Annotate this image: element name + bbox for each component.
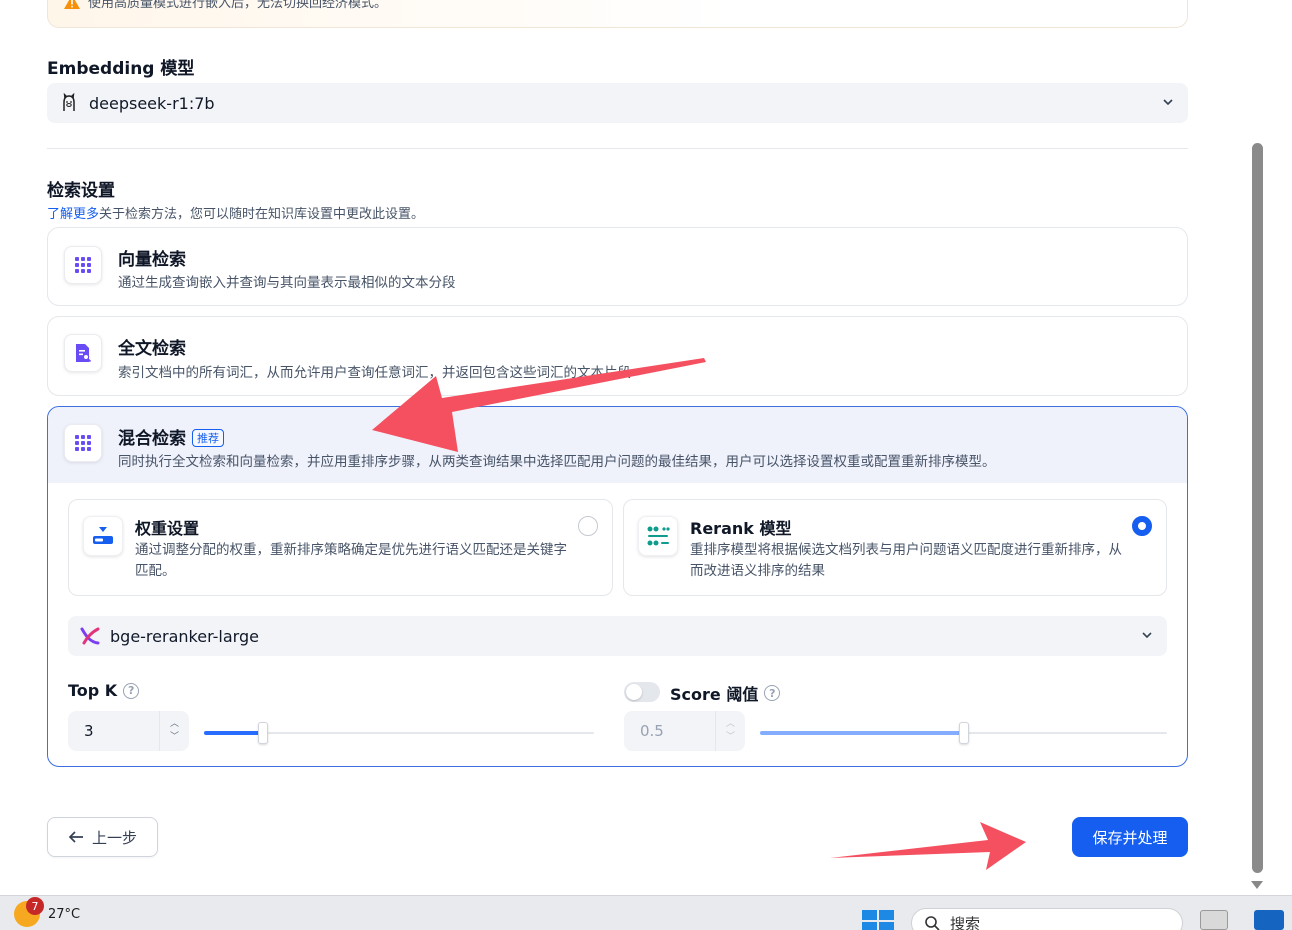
warning-text: 使用高质量模式进行嵌入后，无法切换回经济模式。 bbox=[88, 0, 388, 11]
scrollbar-thumb[interactable] bbox=[1252, 143, 1263, 873]
retrieval-help-suffix: 关于检索方法，您可以随时在知识库设置中更改此设置。 bbox=[99, 207, 425, 222]
weight-settings-radio[interactable] bbox=[578, 516, 598, 536]
rerank-model-select[interactable]: bge-reranker-large bbox=[68, 616, 1167, 656]
top-k-input[interactable]: 3 ︿ ﹀ bbox=[68, 711, 189, 751]
previous-step-button[interactable]: 上一步 bbox=[47, 817, 158, 857]
section-divider bbox=[47, 148, 1188, 149]
warning-icon bbox=[64, 0, 80, 9]
chevron-down-icon bbox=[1163, 99, 1173, 106]
windows-start-icon[interactable] bbox=[862, 910, 894, 930]
vector-search-title: 向量检索 bbox=[118, 250, 186, 270]
vector-search-icon bbox=[64, 246, 102, 284]
chevron-down-icon[interactable]: ﹀ bbox=[726, 731, 735, 744]
embedding-title: Embedding 模型 bbox=[47, 59, 195, 79]
weight-settings-desc: 通过调整分配的权重，重新排序策略确定是优先进行语义匹配还是关键字匹配。 bbox=[135, 542, 567, 579]
rerank-model-option[interactable]: Rerank 模型 重排序模型将根据候选文档列表与用户问题语义匹配度进行重新排序… bbox=[623, 499, 1167, 596]
economy-warning: 使用高质量模式进行嵌入后，无法切换回经济模式。 bbox=[47, 0, 1188, 28]
score-label-text: Score 阈值 bbox=[670, 685, 759, 704]
store-app-icon[interactable] bbox=[1254, 910, 1284, 930]
top-k-slider-fill bbox=[204, 731, 263, 735]
recommended-badge: 推荐 bbox=[192, 429, 224, 447]
fulltext-search-card[interactable]: 全文检索 索引文档中的所有词汇，从而允许用户查询任意词汇，并返回包含这些词汇的文… bbox=[47, 316, 1188, 396]
embedding-model-select[interactable]: deepseek-r1:7b bbox=[47, 83, 1188, 123]
sun-weather-icon: 7 bbox=[14, 897, 44, 927]
embedding-model-value: deepseek-r1:7b bbox=[89, 93, 215, 113]
weight-settings-option[interactable]: 权重设置 通过调整分配的权重，重新排序策略确定是优先进行语义匹配还是关键字匹配。 bbox=[68, 499, 613, 596]
rerank-model-radio[interactable] bbox=[1132, 516, 1152, 536]
top-k-value: 3 bbox=[84, 722, 94, 740]
score-threshold-label: Score 阈值 ? bbox=[670, 681, 781, 705]
knowledge-settings-page: 使用高质量模式进行嵌入后，无法切换回经济模式。 Embedding 模型 dee… bbox=[0, 0, 1292, 930]
toggle-knob bbox=[626, 684, 642, 700]
annotation-arrow-save bbox=[830, 822, 1026, 870]
rerank-sort-icon bbox=[638, 516, 678, 556]
xinference-model-icon bbox=[80, 627, 100, 645]
rerank-model-title: Rerank 模型 bbox=[690, 519, 792, 538]
score-threshold-toggle[interactable] bbox=[624, 682, 660, 702]
score-threshold-slider[interactable] bbox=[760, 722, 1167, 744]
taskbar-search-box[interactable]: 搜索 bbox=[911, 908, 1183, 930]
score-threshold-input[interactable]: 0.5 ︿ ﹀ bbox=[624, 711, 745, 751]
fulltext-search-title: 全文检索 bbox=[118, 339, 186, 359]
top-k-label-text: Top K bbox=[68, 681, 118, 700]
top-k-label: Top K ? bbox=[68, 681, 140, 700]
retrieval-help-text: 了解更多关于检索方法，您可以随时在知识库设置中更改此设置。 bbox=[47, 203, 424, 222]
rerank-model-value: bge-reranker-large bbox=[110, 626, 259, 646]
save-and-process-button[interactable]: 保存并处理 bbox=[1072, 817, 1188, 857]
weight-balance-icon bbox=[83, 516, 123, 556]
learn-more-link[interactable]: 了解更多 bbox=[47, 207, 99, 222]
score-stepper[interactable]: ︿ ﹀ bbox=[715, 711, 745, 751]
arrow-left-icon bbox=[68, 831, 83, 843]
previous-step-label: 上一步 bbox=[91, 828, 137, 847]
weight-settings-title: 权重设置 bbox=[135, 519, 200, 538]
vector-search-desc: 通过生成查询嵌入并查询与其向量表示最相似的文本分段 bbox=[118, 275, 456, 291]
fulltext-search-desc: 索引文档中的所有词汇，从而允许用户查询任意词汇，并返回包含这些词汇的文本片段 bbox=[118, 365, 631, 381]
top-k-stepper[interactable]: ︿ ﹀ bbox=[159, 711, 189, 751]
retrieval-title: 检索设置 bbox=[47, 181, 115, 201]
windows-taskbar: 7 27°C 搜索 bbox=[0, 895, 1292, 930]
hybrid-search-desc: 同时执行全文检索和向量检索，并应用重排序步骤，从两类查询结果中选择匹配用户问题的… bbox=[118, 454, 996, 470]
ollama-llama-icon bbox=[63, 93, 75, 111]
chevron-up-icon[interactable]: ︿ bbox=[170, 718, 179, 731]
hybrid-search-title: 混合检索 推荐 bbox=[118, 424, 224, 449]
hybrid-search-card[interactable]: 混合检索 推荐 同时执行全文检索和向量检索，并应用重排序步骤，从两类查询结果中选择… bbox=[47, 406, 1188, 767]
taskbar-search-placeholder: 搜索 bbox=[950, 914, 981, 930]
hybrid-search-title-text: 混合检索 bbox=[118, 429, 186, 449]
rerank-model-desc: 重排序模型将根据候选文档列表与用户问题语义匹配度进行重新排序，从而改进语义排序的… bbox=[690, 542, 1122, 579]
document-search-icon bbox=[64, 334, 102, 372]
score-slider-fill bbox=[760, 731, 964, 735]
search-icon bbox=[925, 916, 940, 930]
score-slider-handle[interactable] bbox=[959, 722, 969, 744]
top-k-slider-handle[interactable] bbox=[258, 722, 268, 744]
scroll-down-arrow-icon[interactable] bbox=[1251, 881, 1263, 889]
chevron-up-icon[interactable]: ︿ bbox=[726, 718, 735, 731]
score-value: 0.5 bbox=[640, 722, 664, 740]
hybrid-search-icon bbox=[64, 424, 102, 462]
task-view-icon[interactable] bbox=[1200, 910, 1228, 930]
help-icon[interactable]: ? bbox=[123, 682, 140, 699]
chevron-down-icon bbox=[1142, 632, 1152, 639]
temperature: 27°C bbox=[48, 906, 81, 922]
notification-badge: 7 bbox=[26, 897, 44, 915]
chevron-down-icon[interactable]: ﹀ bbox=[170, 731, 179, 744]
help-icon[interactable]: ? bbox=[764, 685, 781, 701]
weather-widget[interactable]: 7 27°C bbox=[14, 897, 81, 927]
top-k-slider[interactable] bbox=[204, 722, 594, 744]
vector-search-card[interactable]: 向量检索 通过生成查询嵌入并查询与其向量表示最相似的文本分段 bbox=[47, 227, 1188, 306]
